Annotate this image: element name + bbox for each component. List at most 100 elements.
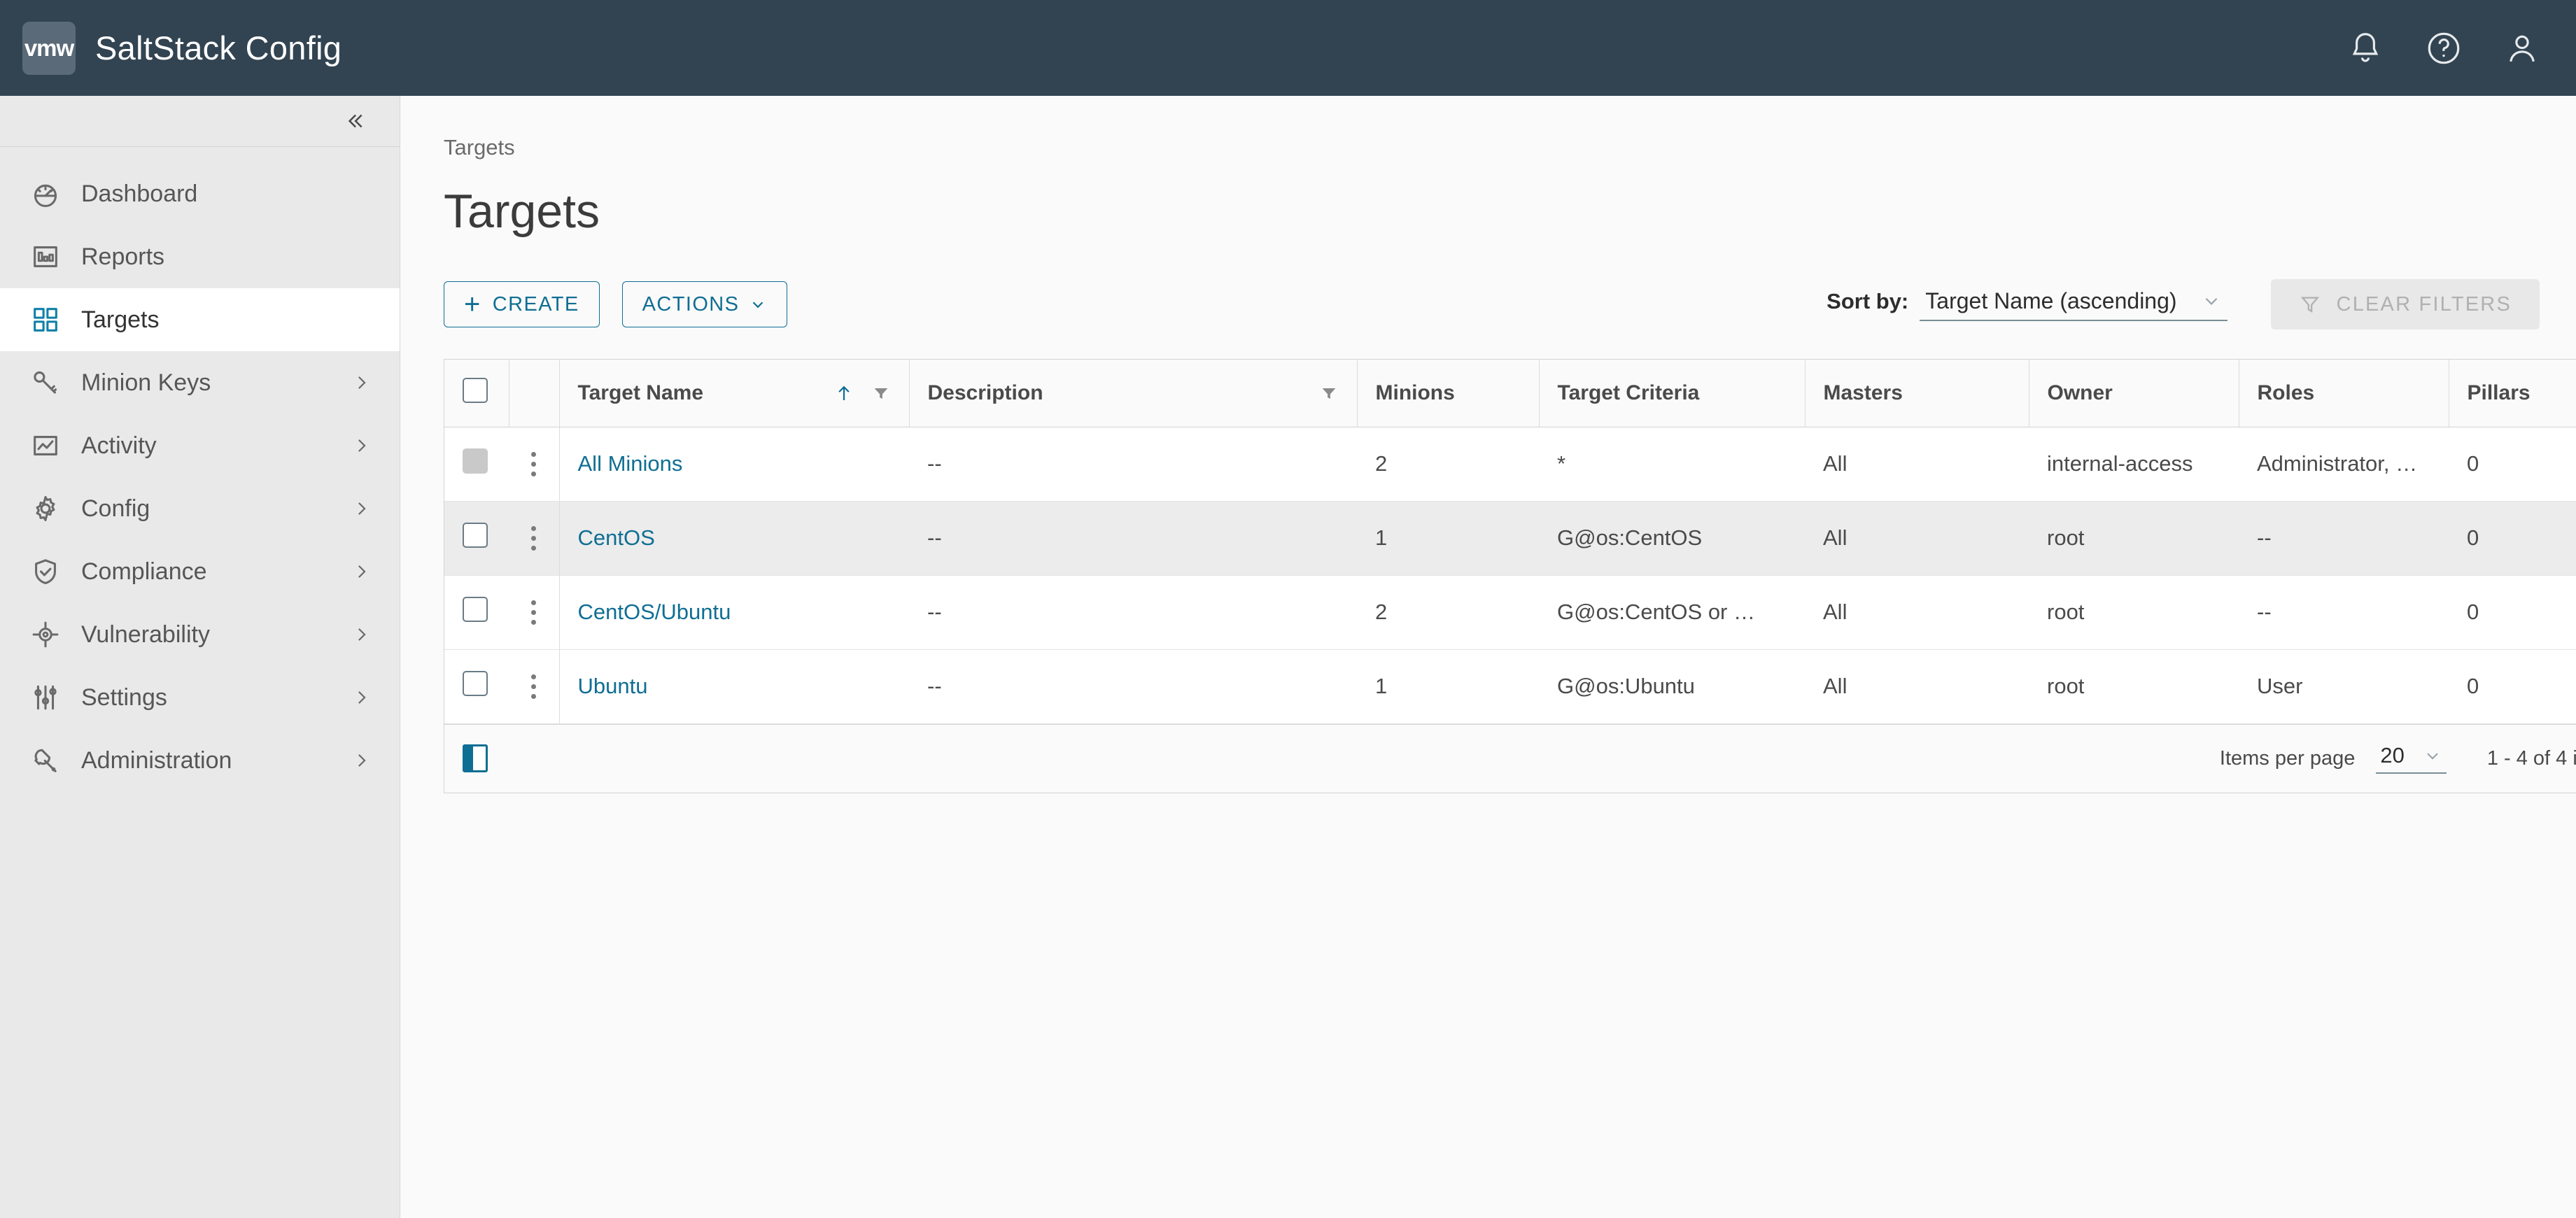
table-footer: Items per page 20 1 - 4 of 4 ite: [444, 723, 2576, 793]
sidebar-item-targets[interactable]: Targets: [0, 288, 400, 351]
column-header-pillars[interactable]: Pillars: [2448, 360, 2576, 427]
cell-roles: --: [2239, 575, 2449, 650]
table-row[interactable]: Ubuntu -- 1 G@os:Ubuntu All root User 0: [444, 649, 2576, 724]
app-header: vmw SaltStack Config: [0, 0, 2576, 96]
column-header-label: Owner: [2047, 381, 2113, 404]
column-header-minions[interactable]: Minions: [1356, 360, 1539, 427]
target-name-link[interactable]: CentOS/Ubuntu: [578, 600, 731, 624]
chevron-down-icon: [2201, 290, 2222, 311]
sort-by-select[interactable]: Target Name (ascending): [1920, 288, 2227, 321]
cell-masters: All: [1805, 575, 2029, 650]
actions-button[interactable]: ACTIONS: [621, 281, 788, 327]
cell-minions: 1: [1357, 501, 1539, 576]
clear-filters-label: CLEAR FILTERS: [2336, 292, 2512, 316]
sidebar-item-config[interactable]: Config: [0, 477, 400, 540]
cell-owner: root: [2029, 575, 2239, 650]
cell-roles: --: [2239, 501, 2449, 576]
column-header-target-criteria[interactable]: Target Criteria: [1538, 360, 1805, 427]
row-menu-icon[interactable]: [527, 674, 541, 699]
select-all-header: [444, 360, 509, 427]
body-row: Dashboard Reports Targets Minion Keys Activi…: [0, 96, 2576, 1218]
table-row[interactable]: CentOS -- 1 G@os:CentOS All root -- 0: [444, 501, 2576, 576]
chevron-right-icon[interactable]: [349, 497, 373, 521]
grid-icon: [28, 302, 63, 337]
column-header-label: Pillars: [2467, 381, 2531, 404]
chevron-right-icon[interactable]: [349, 560, 373, 583]
sidebar-item-minion-keys[interactable]: Minion Keys: [0, 351, 400, 414]
sidebar-collapse-row: [0, 96, 400, 147]
items-per-page-value: 20: [2380, 743, 2405, 767]
row-checkbox[interactable]: [463, 597, 488, 622]
sidebar-item-label: Config: [81, 495, 150, 522]
row-checkbox[interactable]: [463, 671, 488, 696]
user-icon[interactable]: [2503, 29, 2541, 67]
cell-owner: internal-access: [2029, 427, 2239, 502]
sort-ascending-icon[interactable]: [833, 383, 854, 404]
cell-masters: All: [1805, 501, 2029, 576]
column-header-label: Target Name: [577, 381, 704, 404]
chevron-right-icon[interactable]: [349, 623, 373, 646]
row-select-cell: [444, 427, 509, 502]
filter-icon[interactable]: [871, 383, 891, 403]
column-header-roles[interactable]: Roles: [2238, 360, 2449, 427]
items-per-page-label: Items per page: [2219, 746, 2356, 770]
bar-chart-icon: [28, 239, 63, 274]
crosshair-icon: [28, 617, 63, 652]
column-header-label: Masters: [1823, 381, 1903, 404]
filter-icon[interactable]: [1319, 383, 1339, 403]
table-row[interactable]: All Minions -- 2 * All internal-access Adminis…: [444, 427, 2576, 502]
target-name-link[interactable]: CentOS: [578, 525, 655, 550]
column-header-description[interactable]: Description: [908, 360, 1357, 427]
items-per-page-select[interactable]: 20: [2376, 743, 2447, 774]
clear-filters-button[interactable]: CLEAR FILTERS: [2270, 279, 2540, 330]
sidebar-item-label: Reports: [81, 243, 165, 270]
sidebar-item-vulnerability[interactable]: Vulnerability: [0, 603, 400, 666]
column-header-target-name[interactable]: Target Name: [558, 360, 909, 427]
column-header-masters[interactable]: Masters: [1804, 360, 2029, 427]
help-icon[interactable]: [2425, 29, 2463, 67]
sidebar-item-label: Dashboard: [81, 180, 198, 207]
line-chart-icon: [28, 428, 63, 463]
chevron-right-icon[interactable]: [349, 371, 373, 395]
row-menu-icon[interactable]: [527, 525, 541, 551]
column-layout-icon[interactable]: [463, 744, 488, 772]
cell-owner: root: [2029, 649, 2239, 724]
breadcrumb[interactable]: Targets: [400, 96, 2576, 160]
row-menu-icon[interactable]: [527, 451, 541, 476]
sidebar-item-settings[interactable]: Settings: [0, 666, 400, 729]
table-row[interactable]: CentOS/Ubuntu -- 2 G@os:CentOS or … All root -…: [444, 575, 2576, 650]
sidebar-item-compliance[interactable]: Compliance: [0, 540, 400, 603]
chevron-right-icon[interactable]: [349, 749, 373, 772]
sidebar-item-dashboard[interactable]: Dashboard: [0, 162, 400, 225]
bell-icon[interactable]: [2346, 29, 2384, 67]
cell-owner: root: [2029, 501, 2239, 576]
row-menu-cell: [509, 427, 559, 502]
main-content: Targets Targets + CREATE ACTIONS Sort by…: [400, 96, 2576, 1218]
cell-criteria: G@os:Ubuntu: [1539, 649, 1805, 724]
vmware-logo-text: vmw: [24, 34, 74, 61]
sidebar-item-label: Settings: [81, 684, 167, 711]
create-button[interactable]: + CREATE: [444, 281, 600, 327]
sidebar-item-reports[interactable]: Reports: [0, 225, 400, 288]
double-chevron-left-icon[interactable]: [338, 105, 370, 137]
create-button-label: CREATE: [492, 292, 579, 316]
sidebar-item-label: Vulnerability: [81, 621, 210, 648]
plus-icon: +: [464, 289, 481, 320]
select-all-checkbox[interactable]: [463, 377, 488, 403]
cell-description: --: [909, 649, 1357, 724]
cell-pillars: 0: [2449, 575, 2576, 650]
row-checkbox: [463, 448, 488, 474]
key-icon: [28, 365, 63, 400]
sidebar-item-activity[interactable]: Activity: [0, 414, 400, 477]
target-name-link[interactable]: All Minions: [578, 451, 683, 476]
chevron-right-icon[interactable]: [349, 434, 373, 458]
chevron-right-icon[interactable]: [349, 686, 373, 709]
table-body: All Minions -- 2 * All internal-access Adminis…: [444, 427, 2576, 724]
row-menu-header: [508, 360, 559, 427]
row-checkbox[interactable]: [463, 523, 488, 548]
sidebar-item-administration[interactable]: Administration: [0, 729, 400, 792]
row-menu-icon[interactable]: [527, 600, 541, 625]
page-title: Targets: [444, 185, 600, 238]
target-name-link[interactable]: Ubuntu: [578, 674, 648, 698]
column-header-owner[interactable]: Owner: [2028, 360, 2239, 427]
